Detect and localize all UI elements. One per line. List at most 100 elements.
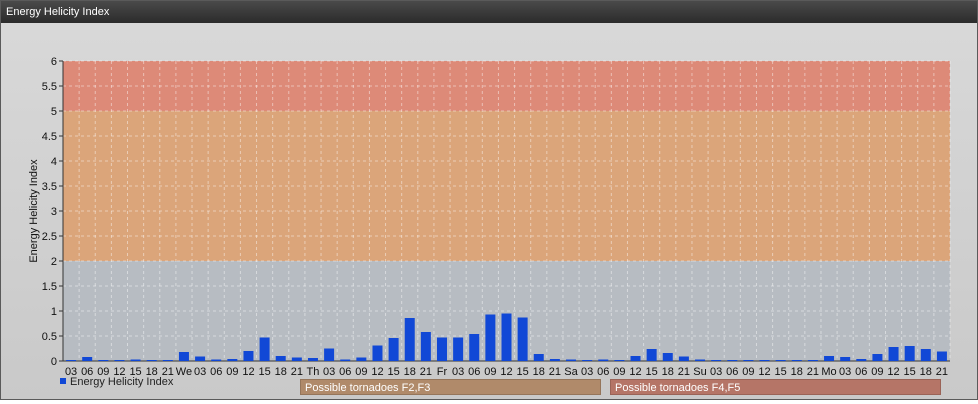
band-label-f2-f3-text: Possible tornadoes F2,F3 [305, 382, 431, 394]
x-tick-label: 06 [339, 366, 351, 378]
bar [711, 360, 722, 361]
x-tick-label: 21 [807, 366, 819, 378]
bar [646, 349, 657, 361]
bar [759, 360, 770, 361]
x-tick-label: 03 [581, 366, 593, 378]
widget-titlebar: Energy Helicity Index [1, 1, 977, 23]
bar [662, 353, 673, 361]
bar-chart: 0 0.5 1 1.5 2 2.5 3 3.5 4 4.5 5 5.5 6 Energy Helicity… [28, 56, 951, 378]
legend-label: Energy Helicity Index [70, 376, 174, 388]
y-tick-label: 2 [51, 256, 57, 268]
x-tick-label: 09 [613, 366, 625, 378]
band-label-f4-f5-text: Possible tornadoes F4,F5 [615, 382, 741, 394]
chart-legend[interactable]: Energy Helicity Index [60, 375, 173, 389]
bar [936, 351, 947, 361]
bar [195, 356, 206, 361]
y-tick-label: 4.5 [42, 131, 57, 143]
x-tick-label: 12 [500, 366, 512, 378]
x-tick-label: 12 [371, 366, 383, 378]
bar [291, 357, 302, 361]
y-tick-label: 5 [51, 106, 57, 118]
bar [356, 357, 367, 361]
x-tick-label: 03 [710, 366, 722, 378]
bar [243, 351, 254, 361]
bar [566, 359, 577, 361]
bar [453, 337, 464, 361]
y-tick-label: 4 [51, 156, 57, 168]
bar [582, 360, 593, 361]
bar [517, 317, 528, 361]
bar [872, 354, 883, 361]
bar [904, 346, 915, 361]
bar [775, 360, 786, 361]
x-tick-label: 21 [549, 366, 561, 378]
x-tick-label: 18 [275, 366, 287, 378]
x-tick-label: Su [693, 366, 706, 378]
bar [162, 360, 173, 361]
bar [130, 359, 141, 361]
chart-area: 0 0.5 1 1.5 2 2.5 3 3.5 4 4.5 5 5.5 6 Energy Helicity… [1, 23, 977, 399]
bar [824, 356, 835, 361]
x-tick-label: 15 [646, 366, 658, 378]
bar [275, 356, 286, 361]
bar [614, 360, 625, 361]
bar [678, 356, 689, 361]
y-tick-label: 2.5 [42, 231, 57, 243]
bar [404, 318, 415, 361]
bar [501, 313, 512, 361]
x-tick-label: 15 [775, 366, 787, 378]
bar [807, 360, 818, 361]
y-tick-label: 6 [51, 56, 57, 68]
x-tick-label: 03 [839, 366, 851, 378]
bar [420, 332, 431, 361]
x-tick-label: 18 [533, 366, 545, 378]
y-tick-label: 1 [51, 306, 57, 318]
x-tick-label: 03 [194, 366, 206, 378]
bar [388, 338, 399, 361]
bar [340, 359, 351, 361]
x-tick-label: 09 [871, 366, 883, 378]
bar [227, 359, 238, 361]
x-tick-label: 06 [597, 366, 609, 378]
bar [888, 347, 899, 361]
bar [743, 360, 754, 361]
x-tick-label: 21 [291, 366, 303, 378]
y-tick-label: 3 [51, 206, 57, 218]
band-label-f4-f5: Possible tornadoes F4,F5 [610, 379, 941, 395]
x-tick-label: 21 [678, 366, 690, 378]
x-tick-label: 21 [936, 366, 948, 378]
bar [178, 352, 189, 361]
x-tick-label: 09 [226, 366, 238, 378]
x-tick-label: Mo [821, 366, 836, 378]
x-tick-label: Sa [564, 366, 578, 378]
bar [533, 354, 544, 361]
y-tick-label: 5.5 [42, 81, 57, 93]
bar [920, 349, 931, 361]
x-tick-label: 15 [258, 366, 270, 378]
y-tick-label: 3.5 [42, 181, 57, 193]
x-tick-label: 12 [887, 366, 899, 378]
bar [114, 360, 125, 361]
bar [549, 359, 560, 361]
x-tick-label: 18 [791, 366, 803, 378]
widget-title: Energy Helicity Index [6, 6, 110, 18]
x-tick-label: 18 [404, 366, 416, 378]
bar [146, 360, 157, 361]
x-tick-label: 18 [662, 366, 674, 378]
bar [259, 337, 270, 361]
x-tick-label: 06 [726, 366, 738, 378]
bar [630, 356, 641, 361]
bar [598, 359, 609, 361]
x-tick-label: 09 [355, 366, 367, 378]
bar [727, 360, 738, 361]
x-tick-label: 09 [742, 366, 754, 378]
bar [82, 357, 93, 361]
x-tick-label: Fr [437, 366, 448, 378]
bar [98, 360, 109, 361]
x-tick-label: 06 [468, 366, 480, 378]
bar [211, 359, 222, 361]
bar [791, 360, 802, 361]
x-tick-label: 09 [484, 366, 496, 378]
bar [469, 334, 480, 361]
x-tick-label: 06 [210, 366, 222, 378]
